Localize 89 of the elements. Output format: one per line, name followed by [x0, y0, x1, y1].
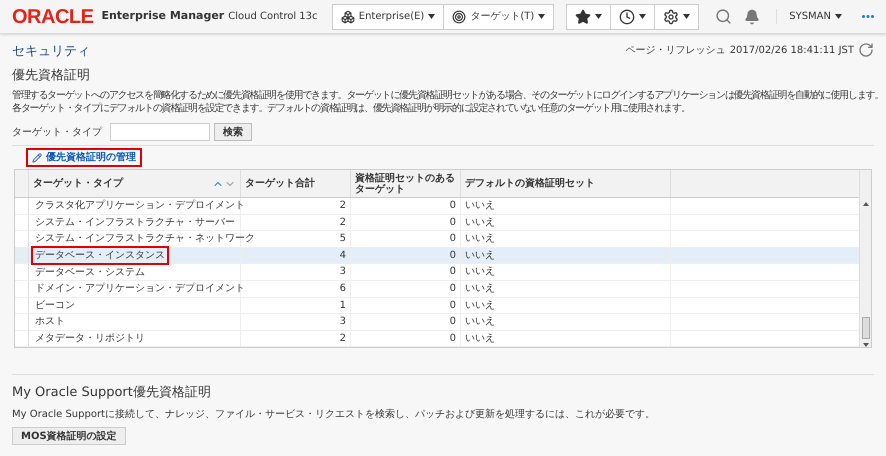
table-cell: 3 [241, 264, 351, 280]
description-text: 各ターゲット・タイプにデフォルトの資格証明を設定できます。デフォルトの資格証明は、優先資格証明が明示的に設定されていない任意のターゲット用に使用されます。 [12, 102, 690, 115]
section-title: My Oracle Support優先資格証明 [12, 384, 212, 402]
table-cell: 2 [241, 330, 351, 346]
table-cell: 2 [241, 214, 351, 230]
table-cell: いいえ [461, 314, 671, 330]
column-header[interactable]: ターゲット合計 [241, 170, 351, 197]
table-cell: いいえ [461, 231, 671, 247]
table-cell: いいえ [461, 264, 671, 280]
user-menu[interactable]: SYSMAN [776, 9, 842, 24]
caret-icon [835, 14, 842, 19]
table-cell: 1 [241, 298, 351, 314]
table-row[interactable]: ホスト 3 0 いいえ [15, 314, 859, 331]
table-cell-text: ホスト [34, 315, 66, 330]
table-row[interactable]: データベース・インスタンス 4 0 いいえ [15, 248, 859, 264]
column-header[interactable]: ターゲット・タイプ [29, 170, 241, 197]
refresh-label: ページ・リフレッシュ [626, 44, 726, 58]
table-cell: いいえ [461, 198, 671, 214]
table-cell: 0 [351, 298, 461, 314]
refresh-time: 2017/02/26 18:41:11 JST [730, 44, 854, 58]
table-cell-text: メタデータ・リポジトリ [34, 332, 146, 346]
table-cell: いいえ [461, 330, 671, 346]
table-cell: 2 [241, 198, 351, 214]
table-row[interactable]: システム・インフラストラクチャ・サーバー 2 0 いいえ [15, 214, 859, 232]
breadcrumb-link[interactable]: セキュリティ [12, 42, 90, 62]
table-row[interactable]: クラスタ化アプリケーション・デプロイメント 2 0 いいえ [15, 198, 859, 215]
column-title: ターゲット合計 [245, 178, 315, 189]
page-title: 優先資格証明 [12, 66, 91, 84]
description-text: 管理するターゲットへのアクセスを簡略化するために優先資格証明を使用できます。ターゲットに優先資格証明セットがある場合、そのターゲットにログインするアプリケーションは優先資格証明を自動的に使用します。 [12, 89, 884, 102]
table-cell-text: クラスタ化アプリケーション・デプロイメント [34, 198, 246, 214]
nav-menu[interactable]: Enterprise(E) [332, 4, 444, 28]
clock-icon [619, 8, 636, 24]
table-cell: 0 [351, 198, 461, 214]
scrollbar-thumb[interactable] [862, 317, 870, 340]
table-cell-text: システム・インフラストラクチャ・サーバー [34, 216, 236, 230]
caret-icon [639, 14, 646, 19]
manage-credentials-link[interactable]: 優先資格証明の管理 [28, 150, 140, 165]
table-cell: 0 [351, 280, 461, 297]
search-button[interactable]: 検索 [214, 123, 252, 141]
table-cell: 3 [241, 314, 351, 330]
target-icon [452, 10, 466, 24]
nav-menu[interactable]: ターゲット(T) [444, 4, 554, 28]
product-name: Enterprise Manager [101, 8, 224, 24]
scrollbar[interactable] [859, 170, 871, 348]
search-label: ターゲット・タイプ [12, 126, 102, 140]
table-row[interactable]: ドメイン・アプリケーション・デプロイメント 6 0 いいえ [15, 280, 859, 298]
table-cell: 0 [351, 231, 461, 247]
star-icon [575, 8, 592, 24]
refresh-icon[interactable] [858, 42, 874, 58]
scroll-up-icon[interactable] [862, 202, 868, 206]
column-title: デフォルトの資格証明セット [465, 178, 595, 189]
table-cell-text: システム・インフラストラクチャ・ネットワーク [34, 232, 256, 246]
scroll-down-icon[interactable] [862, 343, 868, 348]
table-cell: データベース・インスタンス [33, 248, 167, 264]
oracle-logo: ORACLE [12, 4, 94, 30]
caret-icon [683, 14, 690, 19]
search-icon[interactable] [715, 8, 732, 25]
caret-icon [595, 14, 602, 19]
table-cell: 0 [351, 314, 461, 330]
table-cell: いいえ [461, 280, 671, 297]
table-cell: いいえ [461, 214, 671, 230]
table-cell: 6 [241, 280, 351, 297]
caret-icon [428, 14, 436, 19]
table-cell: 4 [241, 248, 351, 264]
more-icon[interactable] [862, 15, 874, 18]
caret-icon [538, 14, 546, 19]
table-cell-text: ビーコン [34, 298, 76, 313]
pencil-icon [32, 152, 42, 162]
bell-icon[interactable] [744, 8, 760, 24]
table-row[interactable]: データベース・システム 3 0 いいえ [15, 264, 859, 281]
table-cell: 0 [351, 264, 461, 280]
settings-icon [663, 8, 680, 24]
table-cell: いいえ [461, 298, 671, 314]
table-cell: いいえ [461, 248, 671, 264]
table-cell-text: データベース・システム [34, 266, 146, 280]
search-field[interactable] [110, 123, 210, 141]
section-description: My Oracle Supportに接続して、ナレッジ、ファイル・サービス・リクエストを検索し、パッチおよび更新を処理するには、これが必要です。 [12, 408, 656, 422]
column-header[interactable]: 資格証明セットのあるターゲット [351, 170, 461, 197]
table-cell: 0 [351, 248, 461, 264]
table-row[interactable]: ビーコン 1 0 いいえ [15, 298, 859, 314]
table-row[interactable]: メタデータ・リポジトリ 2 0 いいえ [15, 330, 859, 348]
mos-settings-button[interactable]: MOS資格証明の設定 [12, 427, 126, 446]
column-title: 資格証明セットのあるターゲット [355, 172, 456, 194]
column-header[interactable]: デフォルトの資格証明セット [461, 170, 671, 197]
column-title: ターゲット・タイプ [33, 178, 123, 189]
table-cell: 0 [351, 330, 461, 346]
table-cell: 0 [351, 214, 461, 230]
product-edition: Cloud Control 13c [228, 10, 318, 24]
blocks-icon [340, 10, 355, 24]
